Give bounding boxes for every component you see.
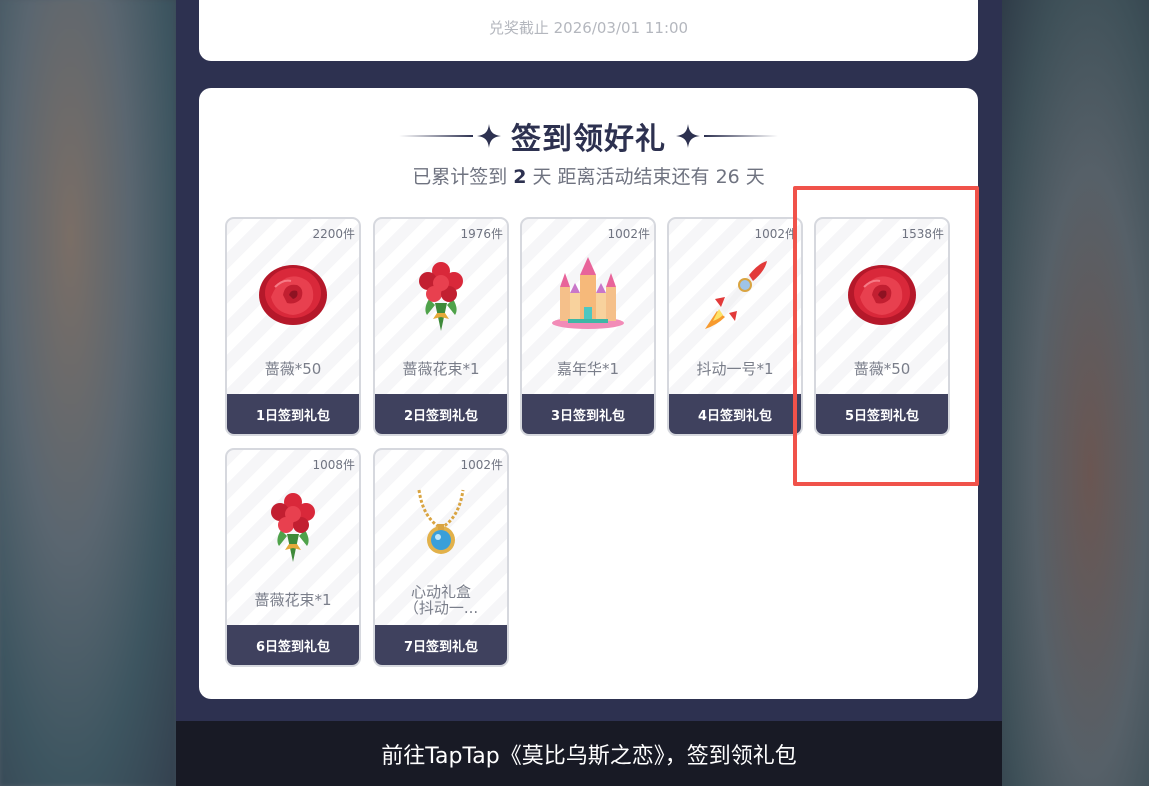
section-title-text: 签到领好礼 <box>511 122 666 157</box>
reward-day-label: 6日签到礼包 <box>227 625 359 665</box>
reward-card-day6[interactable]: 1008件 蔷薇花束*1 6日签到礼包 <box>225 448 361 667</box>
bouquet-icon <box>271 493 315 562</box>
title-divider-right <box>704 135 778 137</box>
redeem-card: 兑奖截止 2026/03/01 11:00 <box>199 0 978 61</box>
stock-count: 1002件 <box>607 227 650 241</box>
rose-icon <box>259 265 327 325</box>
reward-name: 蔷薇花束*1 <box>254 591 332 609</box>
stock-count: 1008件 <box>312 458 355 472</box>
checkin-days: 2 <box>513 166 527 188</box>
stock-count: 1002件 <box>460 458 503 472</box>
progress-prefix: 已累计签到 <box>412 166 514 188</box>
stock-count: 1976件 <box>460 227 503 241</box>
progress-suffix: 天 距离活动结束还有 26 天 <box>526 166 765 188</box>
section-title: 签到领好礼 <box>199 116 978 157</box>
redeem-deadline: 兑奖截止 2026/03/01 11:00 <box>488 19 689 37</box>
bouquet-icon <box>419 262 463 331</box>
necklace-icon <box>417 489 465 554</box>
reward-day-label: 4日签到礼包 <box>669 394 801 434</box>
selection-highlight <box>793 186 979 486</box>
title-divider-left <box>399 135 473 137</box>
reward-card-day3[interactable]: 1002件 嘉年华*1 3日签到礼包 <box>520 217 656 436</box>
rocket-icon <box>705 261 767 329</box>
background-right <box>1002 0 1149 786</box>
reward-day-label: 1日签到礼包 <box>227 394 359 434</box>
reward-card-day4[interactable]: 1002件 抖动一号*1 4日签到礼包 <box>667 217 803 436</box>
reward-name: 蔷薇*50 <box>264 360 322 378</box>
reward-card-day1[interactable]: 2200件 蔷薇*50 1日签到礼包 <box>225 217 361 436</box>
reward-name: 嘉年华*1 <box>556 360 620 378</box>
reward-day-label: 7日签到礼包 <box>375 625 507 665</box>
goto-taptap-button[interactable]: 前往TapTap《莫比乌斯之恋》，签到领礼包 <box>176 721 1002 786</box>
reward-day-label: 2日签到礼包 <box>375 394 507 434</box>
reward-name: 抖动一号*1 <box>696 360 774 378</box>
sparkle-icon <box>676 124 700 148</box>
stock-count: 1002件 <box>754 227 797 241</box>
reward-day-label: 3日签到礼包 <box>522 394 654 434</box>
reward-card-day2[interactable]: 1976件 蔷薇花束*1 2日签到礼包 <box>373 217 509 436</box>
sparkle-icon <box>477 124 501 148</box>
background-left <box>0 0 176 786</box>
castle-icon <box>552 257 624 329</box>
stock-count: 2200件 <box>312 227 355 241</box>
reward-name: 蔷薇花束*1 <box>402 360 480 378</box>
checkin-progress: 已累计签到 2 天 距离活动结束还有 26 天 <box>199 162 978 189</box>
reward-name: 心动礼盒 （抖动一... <box>403 583 479 617</box>
reward-card-day7[interactable]: 1002件 心动礼盒 （抖动一... 7日签到礼包 <box>373 448 509 667</box>
